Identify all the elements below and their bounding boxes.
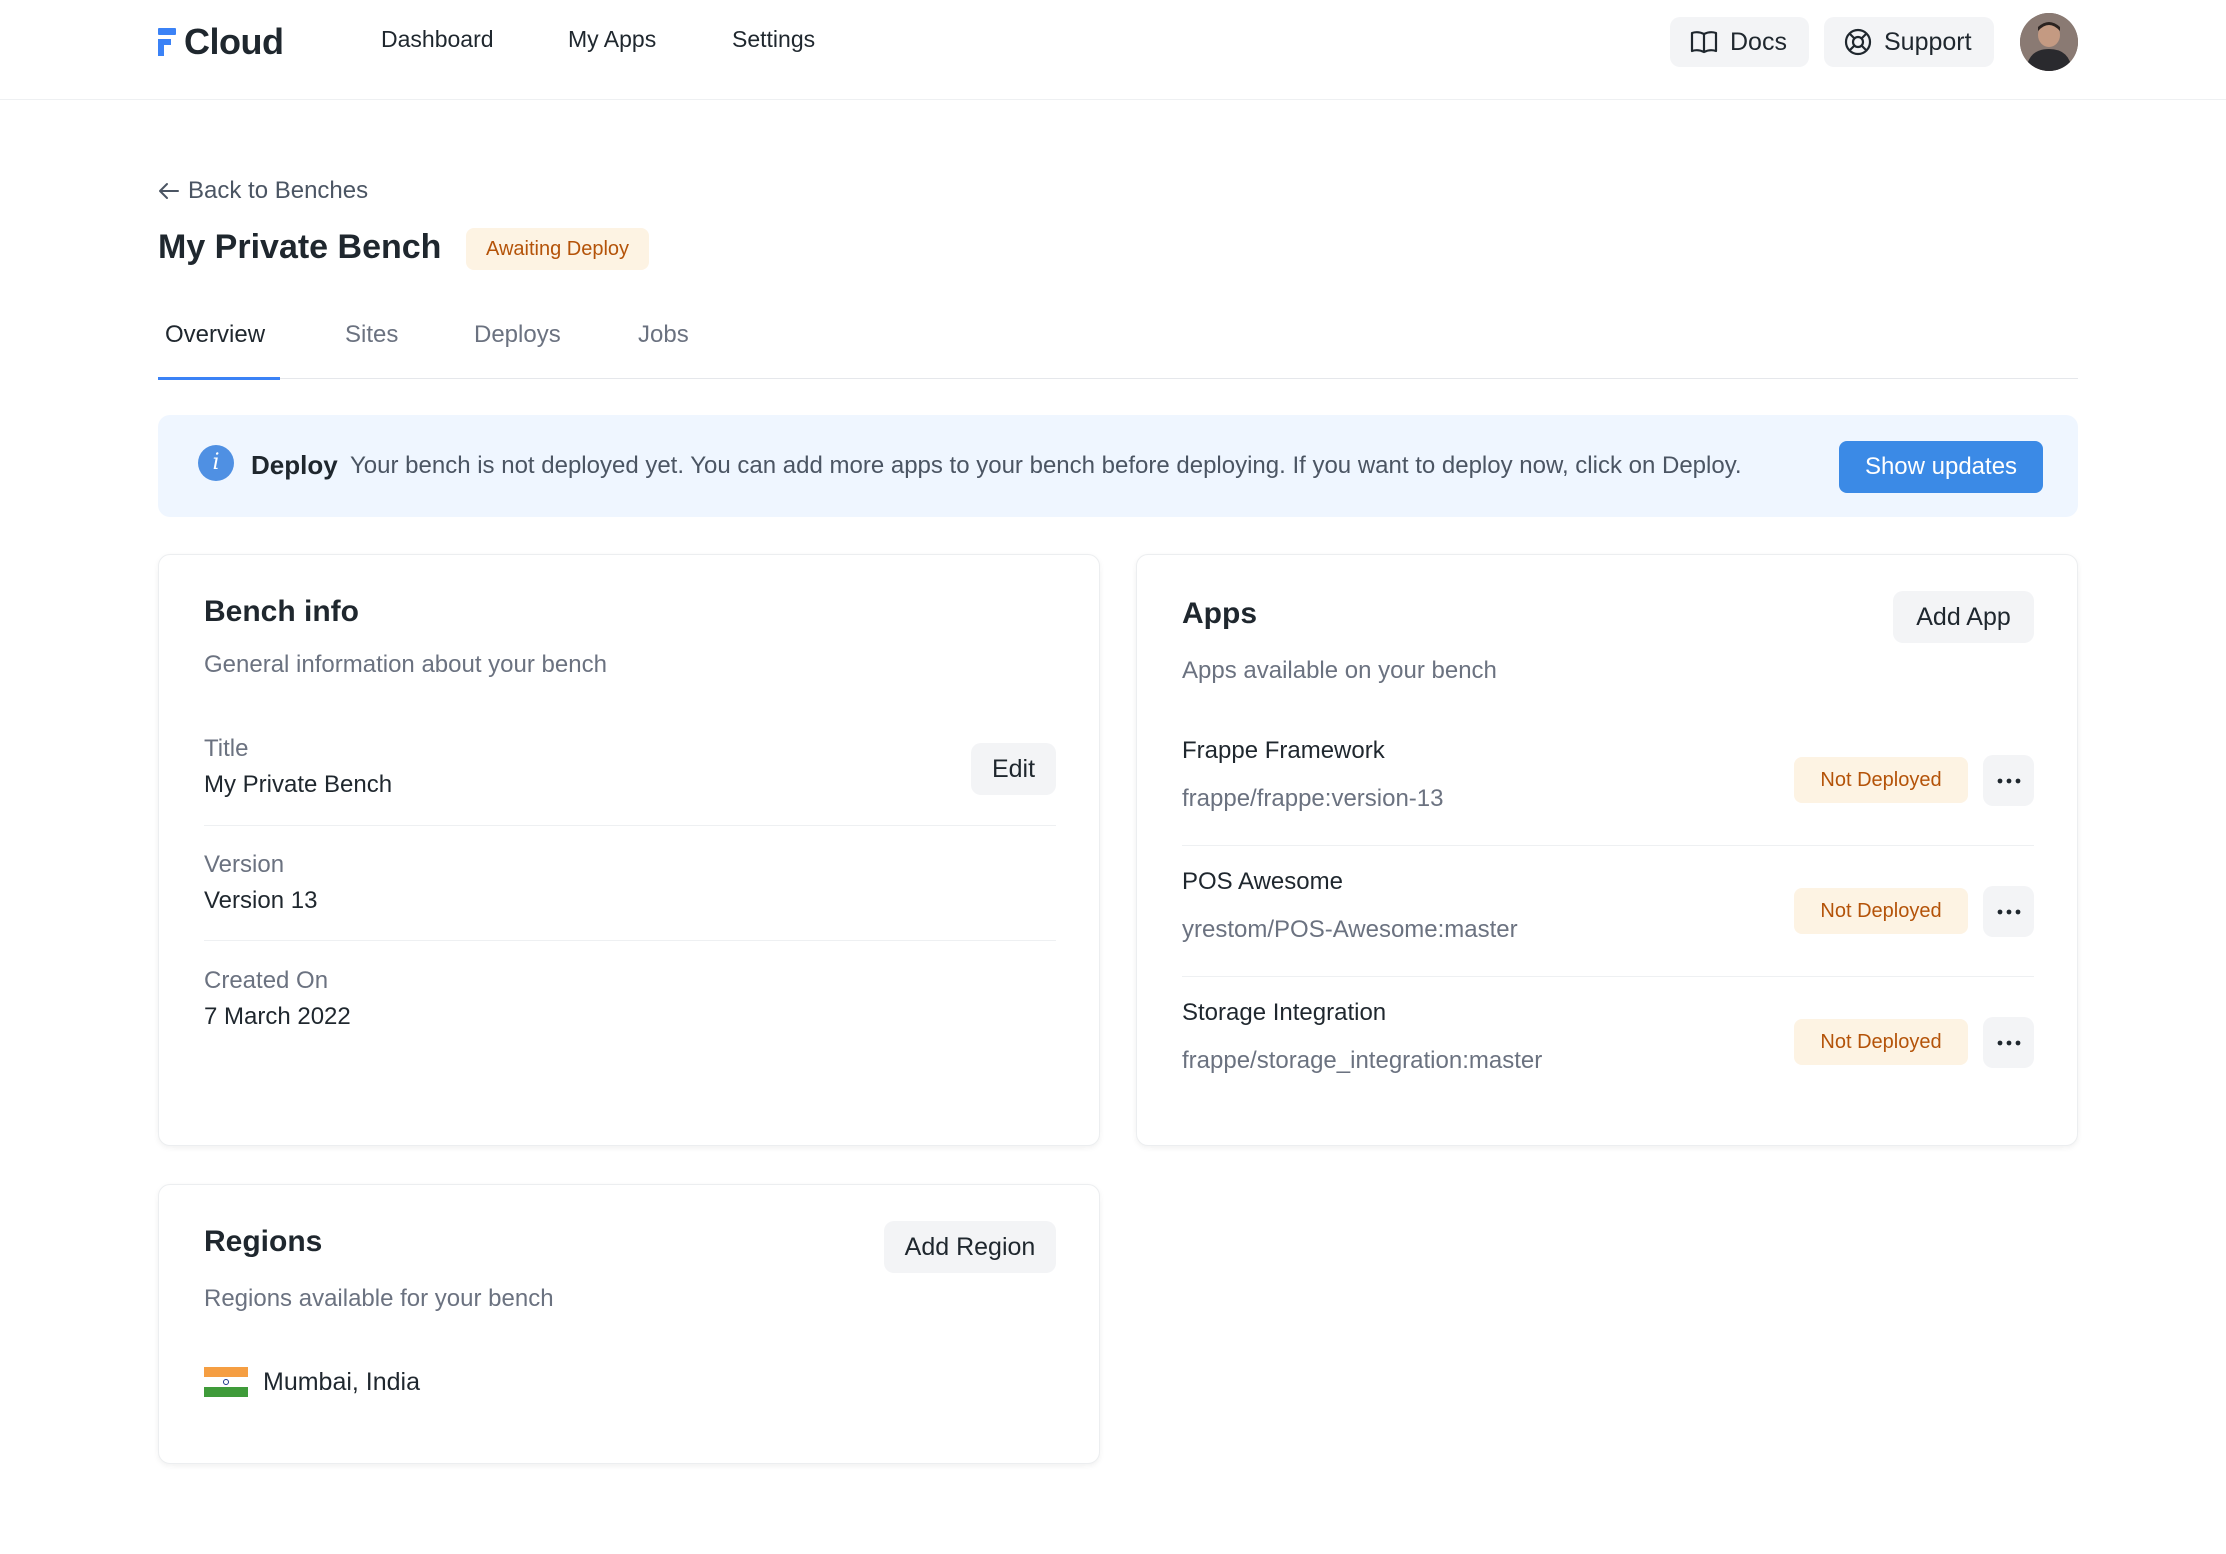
logo-text: Cloud (184, 21, 284, 62)
lifebuoy-icon (1844, 28, 1872, 56)
active-tab-indicator (158, 377, 280, 380)
back-to-benches-link[interactable]: Back to Benches (158, 177, 368, 205)
regions-card: Regions Regions available for your bench… (158, 1184, 1100, 1464)
apps-subtitle: Apps available on your bench (1182, 657, 1497, 684)
arrow-left-icon (159, 183, 179, 199)
app-status-badge: Not Deployed (1794, 1019, 1968, 1065)
user-photo-icon (2020, 13, 2078, 71)
info-label: Created On (204, 967, 329, 994)
docs-button[interactable]: Docs (1670, 17, 1809, 67)
india-flag-icon (204, 1367, 248, 1397)
app-more-button[interactable] (1983, 1017, 2034, 1068)
app-row: Frappe Framework frappe/frappe:version-1… (1182, 715, 2034, 846)
region-name: Mumbai, India (263, 1367, 421, 1396)
status-badge: Awaiting Deploy (466, 228, 650, 270)
app-repo: frappe/frappe:version-13 (1182, 785, 1444, 812)
info-icon: i (198, 445, 234, 481)
frappe-logo-icon (158, 28, 176, 56)
logo[interactable]: Cloud (158, 21, 284, 62)
add-region-button[interactable]: Add Region (884, 1221, 1056, 1273)
app-more-button[interactable] (1983, 886, 2034, 937)
top-navbar: Cloud Dashboard My Apps Settings Docs Su… (0, 0, 2226, 100)
info-row-created-on: Created On 7 March 2022 (204, 967, 1056, 1031)
book-icon (1690, 31, 1718, 54)
app-status-badge: Not Deployed (1794, 888, 1968, 934)
apps-title: Apps (1182, 597, 1257, 630)
bench-info-title: Bench info (204, 595, 359, 628)
tab-bar: Overview Sites Deploys Jobs (158, 305, 2078, 380)
support-label: Support (1884, 27, 1972, 56)
info-value: My Private Bench (204, 771, 393, 798)
more-horizontal-icon (1997, 1040, 2020, 1045)
divider (204, 825, 1056, 826)
app-name: Frappe Framework (1182, 737, 1385, 764)
nav-dashboard[interactable]: Dashboard (381, 26, 494, 53)
app-row: Storage Integration frappe/storage_integ… (1182, 977, 2034, 1108)
deploy-alert: i Deploy Your bench is not deployed yet.… (158, 415, 2078, 517)
app-repo: yrestom/POS-Awesome:master (1182, 916, 1518, 943)
more-horizontal-icon (1997, 909, 2020, 914)
bench-info-subtitle: General information about your bench (204, 651, 607, 678)
alert-title: Deploy (251, 450, 338, 480)
tab-deploys[interactable]: Deploys (474, 321, 561, 349)
alert-message: Your bench is not deployed yet. You can … (350, 452, 1742, 479)
more-horizontal-icon (1997, 778, 2020, 783)
app-name: POS Awesome (1182, 868, 1343, 895)
bench-info-card: Bench info General information about you… (158, 554, 1100, 1146)
region-item: Mumbai, India (204, 1367, 420, 1397)
app-more-button[interactable] (1983, 755, 2034, 806)
regions-title: Regions (204, 1225, 323, 1258)
apps-card: Apps Apps available on your bench Add Ap… (1136, 554, 2078, 1146)
avatar[interactable] (2020, 13, 2078, 71)
nav-my-apps[interactable]: My Apps (568, 26, 656, 53)
back-label: Back to Benches (188, 177, 369, 204)
edit-button[interactable]: Edit (971, 743, 1056, 795)
docs-label: Docs (1730, 27, 1787, 56)
nav-settings[interactable]: Settings (732, 26, 815, 53)
app-repo: frappe/storage_integration:master (1182, 1047, 1543, 1074)
regions-subtitle: Regions available for your bench (204, 1285, 554, 1312)
tab-overview[interactable]: Overview (165, 321, 265, 349)
info-label: Title (204, 735, 249, 762)
tab-jobs[interactable]: Jobs (638, 321, 689, 349)
support-button[interactable]: Support (1824, 17, 1994, 67)
tab-sites[interactable]: Sites (345, 321, 398, 349)
info-value: Version 13 (204, 887, 318, 914)
add-app-button[interactable]: Add App (1893, 591, 2034, 643)
app-name: Storage Integration (1182, 999, 1387, 1026)
info-row-title: Title My Private Bench (204, 735, 1056, 799)
app-status-badge: Not Deployed (1794, 757, 1968, 803)
info-label: Version (204, 851, 285, 878)
app-row: POS Awesome yrestom/POS-Awesome:master N… (1182, 846, 2034, 977)
page-title: My Private Bench (158, 228, 442, 266)
info-row-version: Version Version 13 (204, 851, 1056, 915)
info-value: 7 March 2022 (204, 1003, 351, 1030)
divider (204, 940, 1056, 941)
show-updates-button[interactable]: Show updates (1839, 441, 2043, 493)
